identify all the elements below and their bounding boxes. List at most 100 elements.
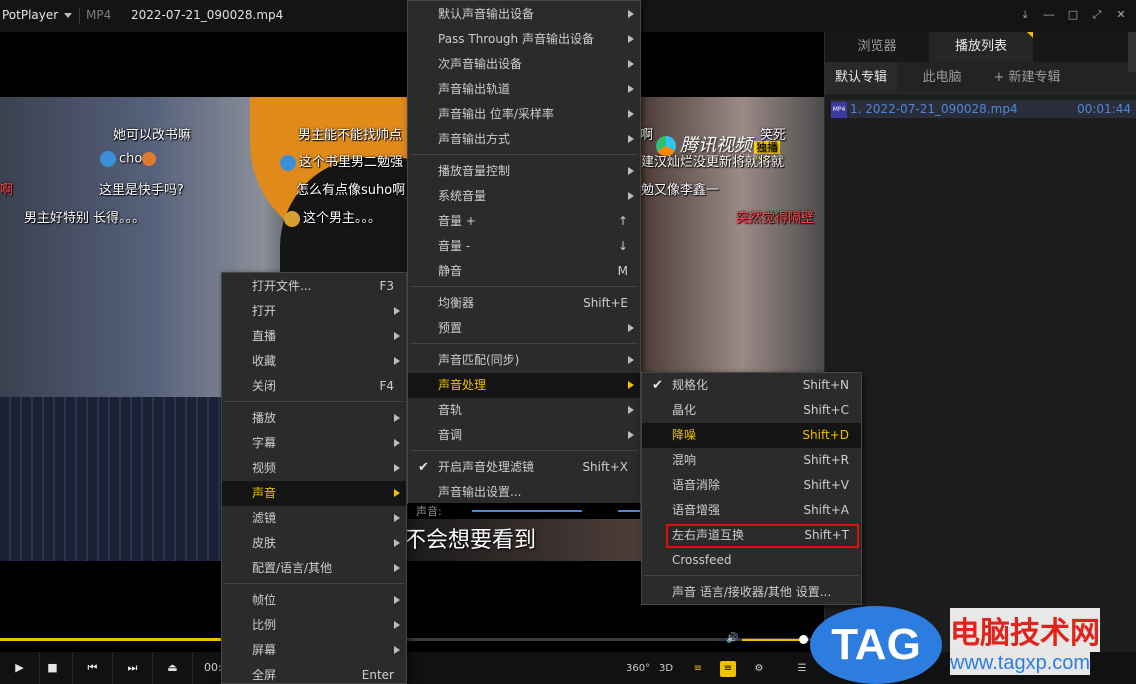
tab-this-pc[interactable]: 此电脑 — [897, 62, 987, 94]
danmaku-comment: 男主能不能找帅点 — [298, 128, 403, 143]
menu-item-mute[interactable]: 静音 M — [408, 259, 640, 284]
menu-item-noise-reduction[interactable]: 降噪 Shift+D — [642, 423, 861, 448]
submenu-arrow-icon — [394, 439, 400, 447]
playlist-search-icon[interactable]: ≡ — [690, 661, 706, 677]
menu-item-output-settings[interactable]: 声音输出设置... — [408, 480, 640, 505]
menu-separator — [410, 154, 638, 155]
pin-icon[interactable]: ⤓ — [1018, 8, 1032, 22]
fullscreen-icon[interactable]: ⤢ — [1090, 8, 1104, 22]
menu-icon[interactable]: ☰ — [794, 661, 810, 677]
panel-tabs: 浏览器 播放列表 — [825, 32, 1136, 62]
submenu-arrow-icon — [628, 356, 634, 364]
playlist-item[interactable]: MP4 1. 2022-07-21_090028.mp4 00:01:44 — [831, 100, 1136, 118]
eject-icon[interactable]: ⏏ — [153, 652, 193, 684]
volume-slider[interactable]: 🔊 — [726, 633, 816, 647]
menu-item-output-track[interactable]: 声音输出轨道 — [408, 77, 640, 102]
tag-logo: TAG — [810, 606, 942, 684]
submenu-arrow-icon — [628, 381, 634, 389]
menu-item-ratio[interactable]: 比例 — [222, 613, 406, 638]
next-icon[interactable]: ⏭ — [113, 652, 153, 684]
file-format-label: MP4 — [86, 8, 112, 22]
submenu-arrow-icon — [628, 85, 634, 93]
menu-item-system-volume[interactable]: 系统音量 — [408, 184, 640, 209]
menu-item-audio-processing[interactable]: 声音处理 — [408, 373, 640, 398]
menu-item-default-output[interactable]: 默认声音输出设备 — [408, 2, 640, 27]
site-name: 电脑技术网 — [950, 608, 1100, 652]
menu-item-audio-track[interactable]: 音轨 — [408, 398, 640, 423]
menu-item-open[interactable]: 打开 — [222, 299, 406, 324]
menu-item-audio[interactable]: 声音 — [222, 481, 406, 506]
tab-default-album[interactable]: 默认专辑 — [825, 62, 897, 94]
menu-item-live[interactable]: 直播 — [222, 324, 406, 349]
menu-item-fullscreen[interactable]: 全屏 Enter — [222, 663, 406, 684]
menu-item-subtitles[interactable]: 字幕 — [222, 431, 406, 456]
menu-item-volume-up[interactable]: 音量 + ↑ — [408, 209, 640, 234]
submenu-arrow-icon — [628, 35, 634, 43]
danmaku-comment: 啊 — [640, 128, 654, 143]
submenu-arrow-icon — [628, 431, 634, 439]
tab-browser[interactable]: 浏览器 — [825, 32, 929, 62]
menu-item-bitrate[interactable]: 声音输出 位率/采样率 — [408, 102, 640, 127]
menu-item-favorites[interactable]: 收藏 — [222, 349, 406, 374]
menu-item-screen[interactable]: 屏幕 — [222, 638, 406, 663]
menu-item-audio-sync[interactable]: 声音匹配(同步) — [408, 348, 640, 373]
menu-item-enable-filter[interactable]: ✔ 开启声音处理滤镜 Shift+X — [408, 455, 640, 480]
menu-item-audio-settings[interactable]: 声音 语言/接收器/其他 设置... — [642, 580, 861, 605]
new-album-button[interactable]: + 新建专辑 — [987, 62, 1067, 94]
menu-item-open-file[interactable]: 打开文件... F3 — [222, 274, 406, 299]
menu-item-normalize[interactable]: ✔ 规格化 Shift+N — [642, 373, 861, 398]
settings-icon[interactable]: ⚙ — [751, 661, 767, 677]
menu-item-play[interactable]: 播放 — [222, 406, 406, 431]
menu-item-frame[interactable]: 帧位 — [222, 588, 406, 613]
mp4-file-icon: MP4 — [831, 101, 847, 118]
danmaku-comment: 这里是快手吗? — [99, 183, 184, 198]
submenu-arrow-icon — [394, 357, 400, 365]
menu-item-skins[interactable]: 皮肤 — [222, 531, 406, 556]
subtitle-icon[interactable]: ≡ — [720, 661, 736, 677]
close-icon[interactable]: ✕ — [1114, 8, 1128, 22]
volume-knob[interactable] — [799, 635, 808, 644]
menu-item-voice-enhance[interactable]: 语音增强 Shift+A — [642, 498, 861, 523]
menu-item-crossfeed[interactable]: Crossfeed — [642, 548, 861, 573]
360-icon[interactable]: 360° — [626, 661, 650, 677]
app-menu-button[interactable]: PotPlayer — [2, 8, 73, 22]
menu-separator — [224, 401, 404, 402]
site-watermark: TAG 电脑技术网 www.tagxp.com — [810, 606, 1136, 684]
file-name-title: 2022-07-21_090028.mp4 — [131, 8, 284, 22]
menu-item-secondary-output[interactable]: 次声音输出设备 — [408, 52, 640, 77]
user-badge-icon — [284, 210, 300, 227]
3d-icon[interactable]: 3D — [658, 661, 674, 677]
menu-item-close[interactable]: 关闭 F4 — [222, 374, 406, 399]
menu-item-pitch[interactable]: 音调 — [408, 423, 640, 448]
maximize-icon[interactable]: □ — [1066, 8, 1080, 22]
tab-playlist[interactable]: 播放列表 — [929, 32, 1033, 62]
menu-item-equalizer[interactable]: 均衡器 Shift+E — [408, 291, 640, 316]
danmaku-comment: 怎么有点像suho啊 — [296, 183, 406, 198]
menu-item-voice-removal[interactable]: 语音消除 Shift+V — [642, 473, 861, 498]
submenu-arrow-icon — [394, 414, 400, 422]
menu-item-video[interactable]: 视频 — [222, 456, 406, 481]
submenu-arrow-icon — [394, 464, 400, 472]
menu-item-pass-through[interactable]: Pass Through 声音输出设备 — [408, 27, 640, 52]
seek-bar[interactable] — [0, 638, 820, 641]
item-duration: 00:01:44 — [1077, 102, 1131, 116]
menu-item-config[interactable]: 配置/语言/其他 — [222, 556, 406, 581]
danmaku-comment: cho — [100, 151, 159, 167]
menu-item-volume-down[interactable]: 音量 - ↓ — [408, 234, 640, 259]
audio-processing-submenu: ✔ 规格化 Shift+N 晶化 Shift+C 降噪 Shift+D 混响 Shift+… — [641, 372, 862, 605]
panel-scrollbar[interactable] — [1128, 32, 1136, 72]
submenu-arrow-icon — [394, 646, 400, 654]
menu-item-reverb[interactable]: 混响 Shift+R — [642, 448, 861, 473]
prev-icon[interactable]: ⏮ — [73, 652, 113, 684]
checkmark-icon: ✔ — [652, 378, 663, 393]
menu-item-volume-control[interactable]: 播放音量控制 — [408, 159, 640, 184]
stop-icon[interactable]: ■ — [33, 652, 73, 684]
minimize-icon[interactable]: ― — [1042, 8, 1056, 22]
video-subtitle: 不会想要看到 — [404, 528, 537, 553]
menu-item-presets[interactable]: 预置 — [408, 316, 640, 341]
menu-item-filters[interactable]: 滤镜 — [222, 506, 406, 531]
site-url: www.tagxp.com — [950, 652, 1091, 675]
menu-item-crystalize[interactable]: 晶化 Shift+C — [642, 398, 861, 423]
user-badge-icon — [280, 154, 296, 171]
menu-item-output-mode[interactable]: 声音输出方式 — [408, 127, 640, 152]
